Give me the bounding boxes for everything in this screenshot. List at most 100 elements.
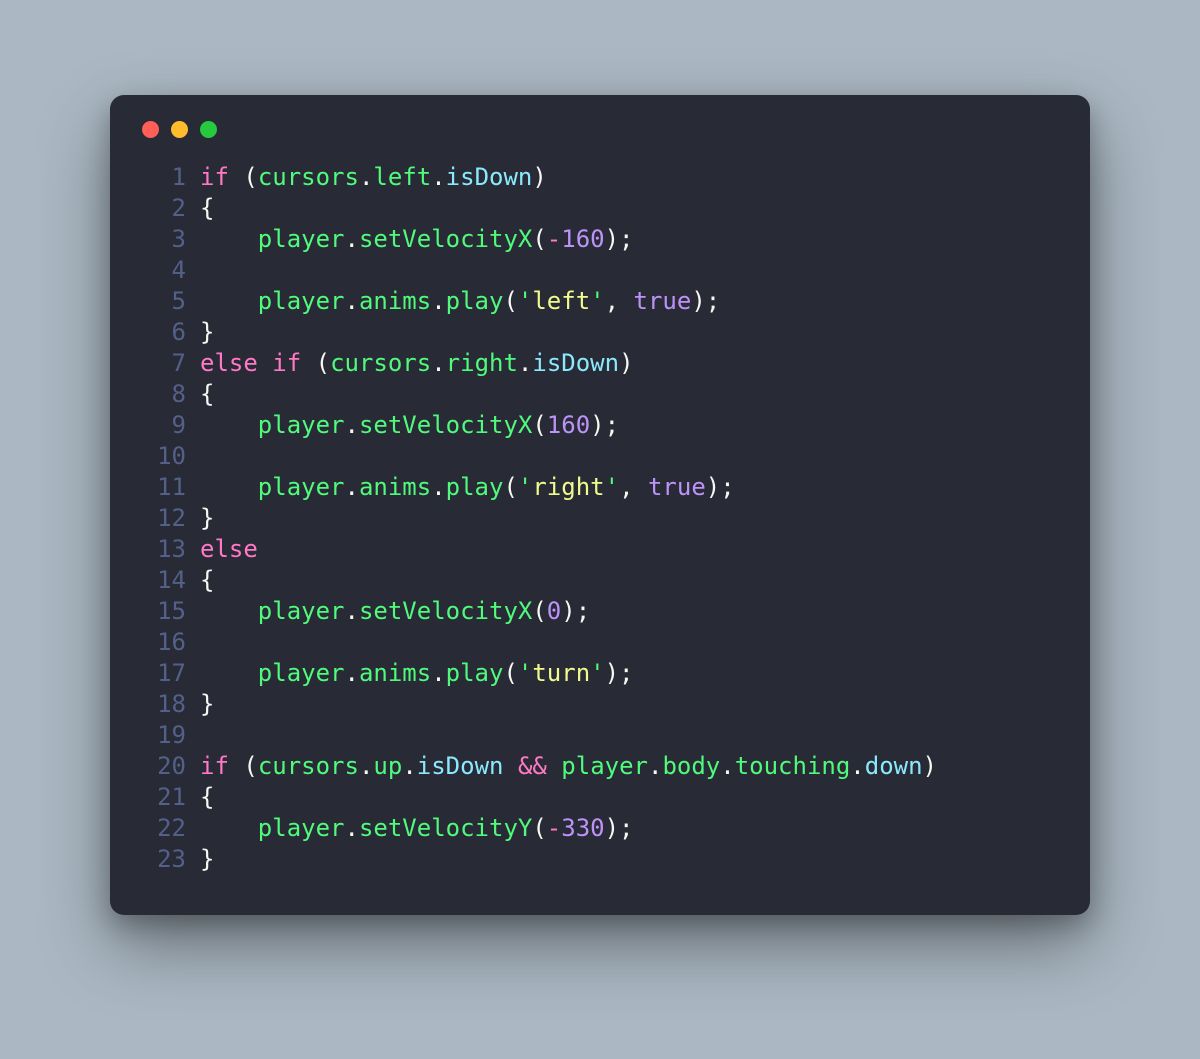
line-number: 10 [140, 441, 200, 472]
token-punc: { [200, 566, 214, 594]
token-obj: isDown [532, 349, 619, 377]
token-kw: && [518, 752, 547, 780]
token-punc: . [345, 411, 359, 439]
token-ident: anims [359, 659, 431, 687]
token-ident: player [258, 659, 345, 687]
line-number: 1 [140, 162, 200, 193]
minimize-icon[interactable] [171, 121, 188, 138]
window-traffic-lights [142, 121, 1060, 138]
token-punc: ( [229, 752, 258, 780]
code-line: 19 [140, 720, 1060, 751]
token-punc: ); [605, 225, 634, 253]
token-punc: ); [590, 411, 619, 439]
token-punc: . [345, 225, 359, 253]
code-line: 22 player.setVelocityY(-330); [140, 813, 1060, 844]
code-line: 5 player.anims.play('left', true); [140, 286, 1060, 317]
token-punc: } [200, 845, 214, 873]
token-punc: { [200, 194, 214, 222]
code-line: 6} [140, 317, 1060, 348]
token-ident: anims [359, 473, 431, 501]
line-content: { [200, 379, 1060, 410]
token-punc: { [200, 783, 214, 811]
line-number: 19 [140, 720, 200, 751]
token-punc: . [850, 752, 864, 780]
token-punc: ( [532, 411, 546, 439]
line-number: 20 [140, 751, 200, 782]
line-content: else if (cursors.right.isDown) [200, 348, 1060, 379]
line-number: 13 [140, 534, 200, 565]
token-punc [547, 752, 561, 780]
token-ident: setVelocityX [359, 411, 532, 439]
line-number: 21 [140, 782, 200, 813]
line-number: 3 [140, 224, 200, 255]
token-ident: player [258, 473, 345, 501]
token-punc: . [431, 473, 445, 501]
token-bool: true [634, 287, 692, 315]
token-obj: isDown [446, 163, 533, 191]
line-content: if (cursors.left.isDown) [200, 162, 1060, 193]
code-line: 10 [140, 441, 1060, 472]
token-punc: , [605, 287, 634, 315]
token-strq: ' [518, 659, 532, 687]
code-line: 3 player.setVelocityX(-160); [140, 224, 1060, 255]
line-content: else [200, 534, 1060, 565]
line-number: 12 [140, 503, 200, 534]
token-punc: . [359, 752, 373, 780]
code-line: 17 player.anims.play('turn'); [140, 658, 1060, 689]
line-number: 14 [140, 565, 200, 596]
token-str: left [532, 287, 590, 315]
token-punc: . [648, 752, 662, 780]
close-icon[interactable] [142, 121, 159, 138]
token-punc [200, 225, 258, 253]
line-content: } [200, 689, 1060, 720]
page-background: 1if (cursors.left.isDown)2{3 player.setV… [0, 0, 1200, 1059]
token-obj: down [865, 752, 923, 780]
line-content: player.setVelocityX(160); [200, 410, 1060, 441]
code-line: 18} [140, 689, 1060, 720]
line-content: { [200, 565, 1060, 596]
line-content [200, 720, 1060, 751]
token-ident: player [258, 597, 345, 625]
token-punc: . [431, 163, 445, 191]
code-line: 2{ [140, 193, 1060, 224]
token-punc: . [345, 659, 359, 687]
token-ident: touching [735, 752, 851, 780]
code-line: 12} [140, 503, 1060, 534]
token-punc: } [200, 504, 214, 532]
code-line: 23} [140, 844, 1060, 875]
token-punc: ( [301, 349, 330, 377]
token-num: 0 [547, 597, 561, 625]
line-number: 17 [140, 658, 200, 689]
token-punc: ( [503, 287, 517, 315]
maximize-icon[interactable] [200, 121, 217, 138]
token-kw: else [200, 535, 258, 563]
line-number: 18 [140, 689, 200, 720]
line-content: { [200, 782, 1060, 813]
token-punc: . [345, 473, 359, 501]
token-punc: ); [706, 473, 735, 501]
token-punc: ) [923, 752, 937, 780]
token-strq: ' [590, 287, 604, 315]
line-number: 22 [140, 813, 200, 844]
code-line: 1if (cursors.left.isDown) [140, 162, 1060, 193]
token-kw: - [547, 814, 561, 842]
token-punc: ); [561, 597, 590, 625]
token-strq: ' [590, 659, 604, 687]
line-content: } [200, 844, 1060, 875]
line-number: 23 [140, 844, 200, 875]
token-ident: play [446, 473, 504, 501]
token-punc: . [402, 752, 416, 780]
token-punc [200, 473, 258, 501]
line-content: if (cursors.up.isDown && player.body.tou… [200, 751, 1060, 782]
line-number: 15 [140, 596, 200, 627]
token-punc: ); [605, 814, 634, 842]
token-punc: . [345, 287, 359, 315]
token-ident: cursors [258, 163, 359, 191]
token-ident: player [258, 287, 345, 315]
code-line: 21{ [140, 782, 1060, 813]
token-ident: body [662, 752, 720, 780]
token-punc: . [345, 597, 359, 625]
token-punc: . [345, 814, 359, 842]
token-punc [200, 287, 258, 315]
token-punc [503, 752, 517, 780]
